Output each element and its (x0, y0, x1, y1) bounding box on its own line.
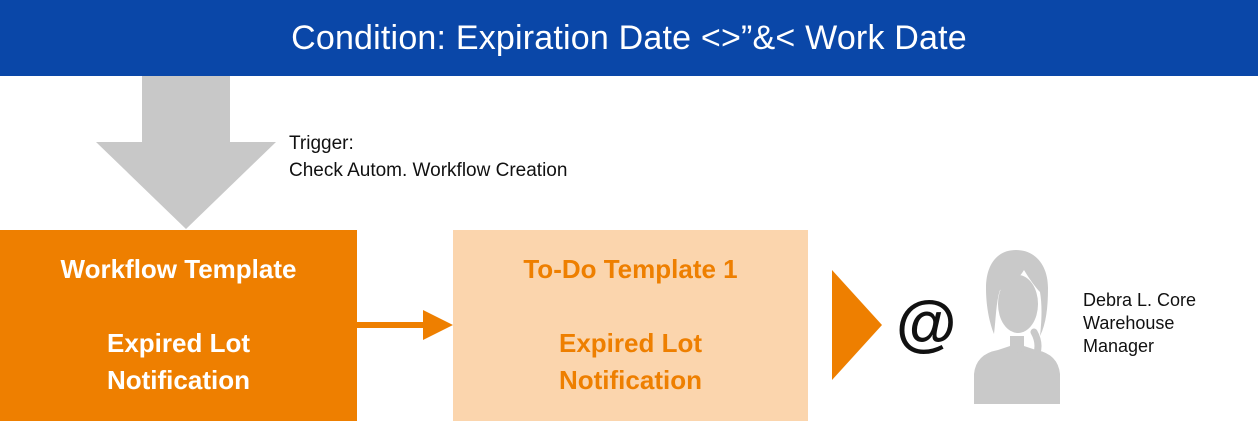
recipient-role-line1: Warehouse (1083, 313, 1175, 333)
condition-title: Condition: Expiration Date <>”&< Work Da… (291, 18, 967, 57)
todo-template-name: Expired Lot Notification (559, 325, 702, 399)
todo-template-title: To-Do Template 1 (523, 254, 738, 284)
trigger-description: Trigger: Check Autom. Workflow Creation (289, 130, 567, 184)
user-avatar-icon (974, 250, 1060, 404)
recipient-role-line2: Manager (1083, 336, 1155, 356)
workflow-template-name-line1: Expired Lot (106, 328, 250, 358)
workflow-template-box: Workflow Template Expired Lot Notificati… (0, 230, 357, 421)
right-arrow-icon (357, 310, 453, 340)
todo-template-name-line1: Expired Lot (558, 328, 702, 358)
recipient-name: Debra L. Core (1083, 290, 1197, 310)
workflow-template-name-line2: Notification (106, 365, 250, 395)
todo-template-box: To-Do Template 1 Expired Lot Notificatio… (453, 230, 808, 421)
recipient-info: Debra L. Core Warehouse Manager (1083, 289, 1196, 358)
todo-template-name-line2: Notification (558, 365, 702, 395)
down-arrow-icon (96, 76, 276, 229)
workflow-template-title: Workflow Template (60, 254, 297, 284)
at-sign-icon: @ (896, 289, 957, 358)
trigger-action: Check Autom. Workflow Creation (289, 160, 568, 181)
condition-banner: Condition: Expiration Date <>”&< Work Da… (0, 0, 1258, 76)
workflow-template-name: Expired Lot Notification (107, 325, 250, 399)
play-arrow-icon (832, 270, 882, 380)
trigger-label: Trigger: (289, 133, 354, 154)
